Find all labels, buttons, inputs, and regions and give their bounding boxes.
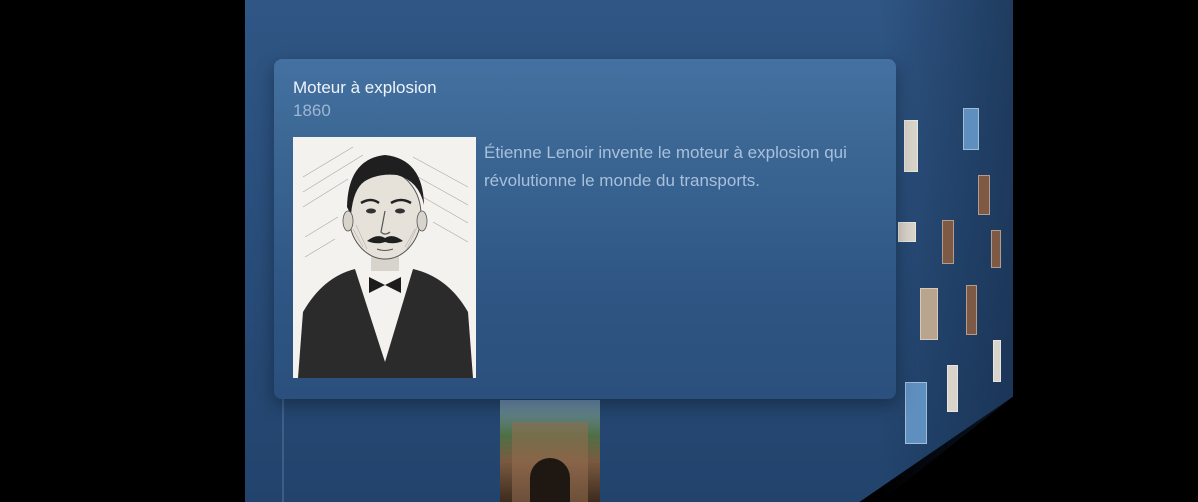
event-description: Étienne Lenoir invente le moteur à explo… (484, 143, 847, 190)
event-card[interactable]: Moteur à explosion 1860 Étienne Lenoir i… (274, 59, 896, 399)
timeline-thumbnail[interactable] (978, 175, 990, 215)
timeline-thumbnail[interactable] (966, 285, 977, 335)
timeline-thumbnail[interactable] (993, 340, 1001, 382)
timeline-axis (282, 385, 284, 502)
background-event-photo[interactable] (500, 400, 600, 502)
timeline-thumbnail[interactable] (898, 222, 916, 242)
timeline-thumbnail[interactable] (920, 288, 938, 340)
timeline-thumbnail[interactable] (905, 382, 927, 444)
timeline-thumbnail[interactable] (904, 120, 918, 172)
timeline-thumbnail[interactable] (947, 365, 958, 412)
tunnel-arch (530, 458, 570, 502)
event-year: 1860 (293, 101, 331, 120)
timeline-thumbnail[interactable] (963, 108, 979, 150)
timeline-thumbnail[interactable] (942, 220, 954, 264)
event-title: Moteur à explosion (293, 78, 437, 97)
engraved-portrait-icon[interactable] (293, 137, 476, 378)
portrait-engraving (293, 137, 476, 378)
timeline-stage: 1871 Moteur à explosion 1860 (0, 0, 1198, 502)
timeline-thumbnail[interactable] (991, 230, 1001, 268)
